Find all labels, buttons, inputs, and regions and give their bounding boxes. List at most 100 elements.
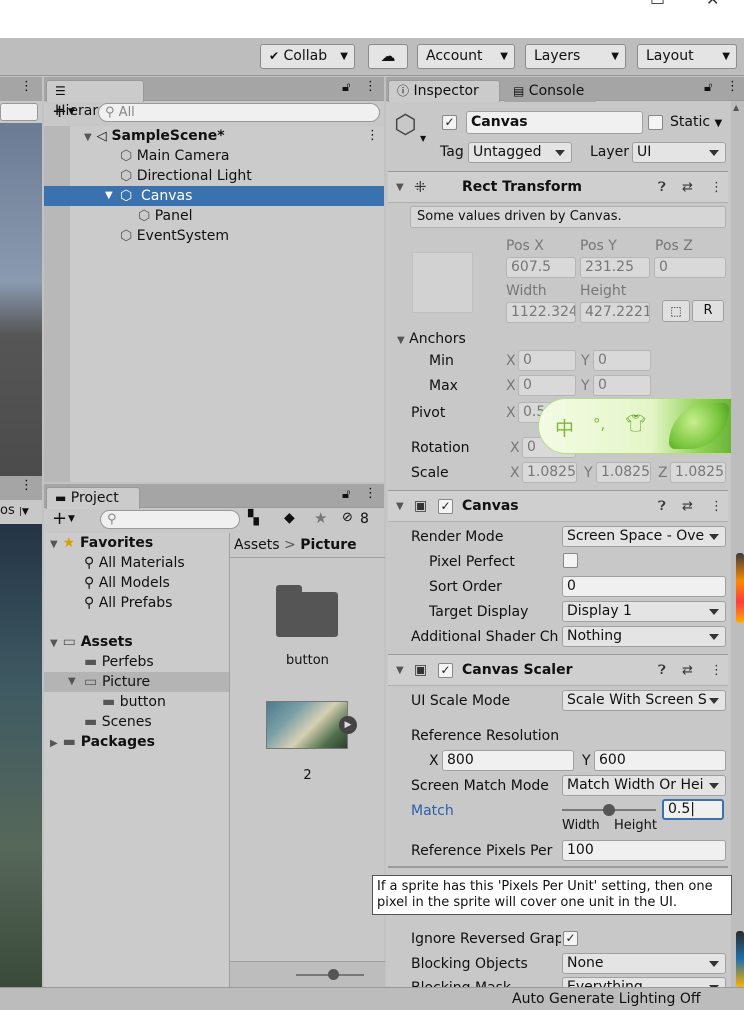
help-icon[interactable]: ❓︎ (658, 499, 666, 515)
scale-y-field[interactable]: 1.0825 (596, 462, 651, 483)
reference-x-field[interactable]: 800 (442, 750, 574, 771)
sprite-thumbnail[interactable] (266, 701, 348, 749)
max-y-field[interactable]: 0 (593, 375, 651, 396)
ime-toolbar[interactable]: 中 °, 👕︎ (538, 398, 744, 454)
static-checkbox[interactable] (648, 115, 663, 130)
presets-icon[interactable]: ⇄ (682, 499, 693, 515)
max-x-field[interactable]: 0 (518, 375, 576, 396)
lock-icon[interactable]: 🔓︎ (342, 487, 350, 502)
close-icon[interactable]: ✕ (706, 0, 719, 8)
canvas-header[interactable]: ▼ ▣ ✓ Canvas ❓︎ ⇄ ⋮ (388, 490, 728, 522)
hierarchy-item-selected[interactable]: ▼ ⬡ Canvas (44, 186, 384, 206)
pos-z-field[interactable]: 0 (654, 257, 726, 278)
lock-icon[interactable]: 🔓︎ (704, 80, 712, 95)
tab-project[interactable]: ▬ Project (46, 487, 140, 509)
more-icon[interactable]: ⋮ (726, 79, 739, 94)
blueprint-mode-button[interactable]: ⬚ (662, 300, 690, 322)
zoom-slider-thumb[interactable] (328, 969, 340, 980)
tab-console[interactable]: ▤ Console (504, 80, 596, 102)
stats-dropdown[interactable]: os (0, 503, 15, 518)
active-checkbox[interactable]: ✓ (442, 115, 457, 130)
collab-button[interactable]: ✔ Collab ▼ (260, 44, 355, 69)
favorite-item[interactable]: ⚲ All Materials (84, 553, 185, 573)
folder-item[interactable]: ▬ button (102, 692, 166, 712)
static-dropdown[interactable]: Static ▼ (670, 112, 722, 132)
ignore-reversed-checkbox[interactable]: ✓ (563, 931, 578, 946)
reference-ppu-field[interactable]: 100 (562, 840, 726, 861)
match-value-field[interactable]: 0.5| (662, 799, 724, 820)
scroll-up-icon[interactable]: ▲ (733, 103, 739, 112)
scrollbar-thumb-lower[interactable] (736, 931, 744, 987)
blocking-objects-dropdown[interactable]: None (562, 953, 726, 974)
ime-skin-icon[interactable]: 👕︎ (625, 414, 647, 434)
help-icon[interactable]: ❓︎ (658, 180, 666, 196)
match-slider-thumb[interactable] (603, 804, 615, 816)
more-icon[interactable]: ⋮ (364, 486, 377, 501)
tab-inspector[interactable]: ⓘ Inspector (388, 80, 500, 102)
folder-item-selected[interactable]: ▼ ▭ Picture (44, 672, 229, 692)
breadcrumb-item[interactable]: Assets (234, 537, 280, 553)
more-icon[interactable]: ⋮ (710, 180, 723, 196)
reference-y-field[interactable]: 600 (594, 750, 726, 771)
tag-dropdown[interactable]: Untagged (468, 142, 572, 163)
raw-edit-button[interactable]: R (692, 300, 724, 322)
create-button[interactable]: + (52, 509, 67, 529)
blocking-mask-dropdown[interactable]: Everything (562, 977, 726, 987)
more-icon[interactable]: ⋮ (20, 478, 33, 493)
hierarchy-item[interactable]: ⬡ Main Camera (120, 146, 230, 166)
scale-x-field[interactable]: 1.0825 (522, 462, 577, 483)
more-icon[interactable]: ⋮ (366, 126, 379, 146)
layers-dropdown[interactable]: Layers ▼ (525, 44, 626, 69)
tab-hierarchy[interactable]: ☰ Hierarchy (46, 80, 144, 119)
ime-punctuation-label[interactable]: °, (593, 415, 605, 433)
layer-dropdown[interactable]: UI (632, 142, 726, 163)
hierarchy-item[interactable]: ⬡ Panel (138, 206, 192, 226)
more-icon[interactable]: ⋮ (20, 79, 33, 94)
label-tag-icon[interactable]: ◆ (284, 510, 295, 526)
canvas-enabled-checkbox[interactable]: ✓ (438, 499, 453, 514)
create-button[interactable]: + (52, 102, 67, 122)
height-field[interactable]: 427.2221 (580, 302, 650, 323)
favorite-item[interactable]: ⚲ All Models (84, 573, 170, 593)
more-icon[interactable]: ⋮ (710, 499, 723, 515)
anchor-preset-button[interactable] (412, 252, 473, 313)
folder-item[interactable]: ▬ Scenes (84, 712, 152, 732)
additional-shader-dropdown[interactable]: Nothing (562, 626, 726, 647)
help-icon[interactable]: ❓︎ (658, 663, 666, 679)
dropdown-arrow-icon[interactable]: ▼ (420, 134, 426, 143)
account-dropdown[interactable]: Account ▼ (417, 44, 515, 69)
favorite-star-icon[interactable]: ★ (314, 509, 327, 527)
target-display-dropdown[interactable]: Display 1 (562, 601, 726, 622)
breadcrumb-item[interactable]: Picture (300, 537, 356, 553)
search-by-type-icon[interactable]: ▚ (248, 510, 259, 526)
screen-match-mode-dropdown[interactable]: Match Width Or Hei (562, 775, 726, 796)
min-x-field[interactable]: 0 (518, 350, 576, 371)
favorite-item[interactable]: ⚲ All Prefabs (84, 593, 172, 613)
more-icon[interactable]: ⋮ (710, 663, 723, 679)
rect-transform-header[interactable]: ▼ ⁜ Rect Transform ❓︎ ⇄ ⋮ (388, 171, 728, 203)
layout-dropdown[interactable]: Layout ▼ (637, 44, 737, 69)
ime-mode-label[interactable]: 中 (555, 414, 574, 441)
hierarchy-item[interactable]: ⬡ Directional Light (120, 166, 252, 186)
scene-search-input[interactable] (0, 103, 38, 121)
render-mode-dropdown[interactable]: Screen Space - Ove (562, 526, 726, 547)
ui-scale-mode-dropdown[interactable]: Scale With Screen S (562, 690, 726, 711)
hierarchy-search-input[interactable]: ⚲ All (98, 103, 380, 122)
pos-y-field[interactable]: 231.25 (580, 257, 650, 278)
lock-icon[interactable]: 🔓︎ (342, 80, 350, 95)
pixel-perfect-checkbox[interactable] (563, 553, 578, 568)
asset-folder-button[interactable] (276, 585, 338, 637)
hierarchy-item[interactable]: ⬡ EventSystem (120, 226, 229, 246)
canvas-scaler-header[interactable]: ▼ ▣ ✓ Canvas Scaler ❓︎ ⇄ ⋮ (388, 654, 728, 686)
packages-row[interactable]: ▶ ▬ Packages (50, 732, 155, 752)
play-icon[interactable]: ▶ (339, 716, 357, 734)
scene-row[interactable]: ▼ ◁ SampleScene* (84, 126, 384, 146)
canvas-scaler-enabled-checkbox[interactable]: ✓ (438, 663, 453, 678)
assets-row[interactable]: ▼ ▭ Assets (50, 632, 133, 652)
favorites-row[interactable]: ▼ ★ Favorites (50, 533, 153, 553)
maximize-icon[interactable]: ▭ (650, 0, 665, 8)
project-search-input[interactable]: ⚲ (100, 510, 240, 529)
folder-item[interactable]: ▬ Perfebs (84, 652, 154, 672)
pos-x-field[interactable]: 607.5 (506, 257, 576, 278)
sort-order-field[interactable]: 0 (562, 576, 726, 597)
